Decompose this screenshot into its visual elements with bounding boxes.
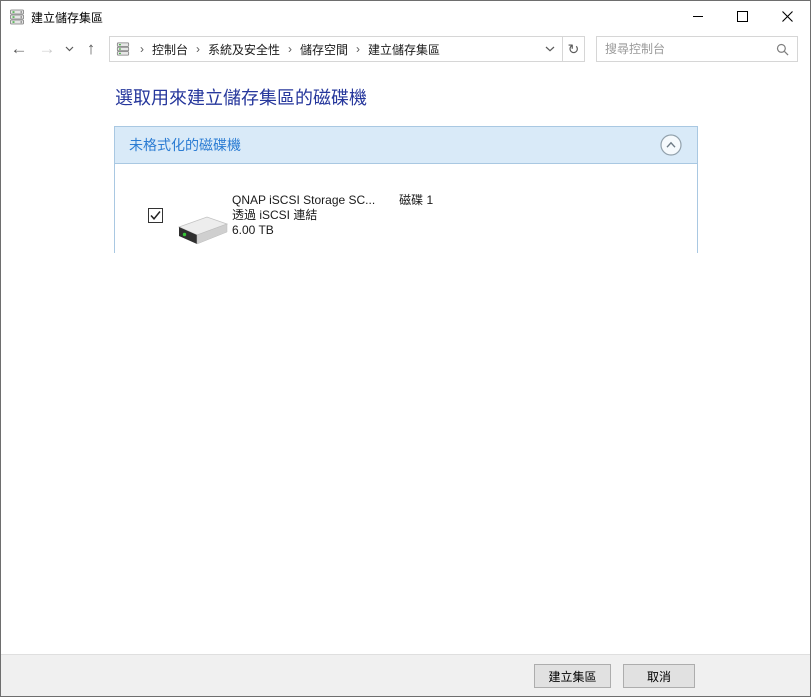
recent-pages-chevron-icon[interactable] [61, 33, 77, 64]
storage-spaces-app-icon [9, 9, 25, 25]
breadcrumb-item-system-security[interactable]: 系統及安全性 [206, 41, 282, 58]
collapse-section-button[interactable] [660, 134, 682, 156]
panel-header[interactable]: 未格式化的磁碟機 [115, 127, 697, 164]
create-pool-button[interactable]: 建立集區 [534, 664, 611, 688]
address-dropdown-button[interactable] [538, 37, 562, 61]
drive-name: QNAP iSCSI Storage SC... [232, 193, 376, 207]
breadcrumb-item-control-panel[interactable]: 控制台 [150, 41, 190, 58]
panel-body: QNAP iSCSI Storage SC... 磁碟 1 透過 iSCSI 連… [115, 164, 697, 253]
search-box [596, 36, 798, 62]
drive-connection: 透過 iSCSI 連結 [232, 208, 318, 222]
refresh-button[interactable]: ↻ [562, 37, 584, 61]
caption-buttons [675, 1, 810, 32]
panel-title: 未格式化的磁碟機 [129, 137, 241, 153]
breadcrumb-separator-icon[interactable]: › [190, 42, 206, 56]
maximize-button[interactable] [720, 1, 765, 32]
forward-button[interactable]: → [33, 33, 61, 64]
search-icon[interactable] [776, 43, 789, 56]
breadcrumb-separator-icon[interactable]: › [350, 42, 366, 56]
breadcrumb-item-create-pool[interactable]: 建立儲存集區 [366, 41, 442, 58]
up-button[interactable]: ↑ [77, 33, 105, 64]
minimize-button[interactable] [675, 1, 720, 32]
drive-checkbox[interactable] [148, 208, 163, 223]
breadcrumb-item-storage-spaces[interactable]: 儲存空間 [298, 41, 350, 58]
back-button[interactable]: ← [5, 33, 33, 64]
maximize-icon [737, 11, 748, 22]
close-button[interactable] [765, 1, 810, 32]
cancel-button[interactable]: 取消 [623, 664, 695, 688]
breadcrumb-separator-icon[interactable]: › [134, 42, 150, 56]
drive-info: QNAP iSCSI Storage SC... 磁碟 1 透過 iSCSI 連… [232, 193, 433, 238]
checkmark-icon [150, 211, 161, 220]
close-icon [782, 11, 793, 22]
drive-disk-label: 磁碟 1 [399, 193, 434, 207]
minimize-icon [692, 16, 703, 17]
window-title: 建立儲存集區 [31, 10, 104, 25]
search-input[interactable] [597, 42, 776, 56]
hard-drive-icon [175, 214, 231, 246]
drive-size: 6.00 TB [232, 223, 274, 237]
footer-bar: 建立集區 取消 [1, 654, 810, 696]
chevron-down-icon [545, 46, 555, 52]
chevron-up-circle-icon [660, 134, 682, 156]
address-location-icon [116, 42, 130, 56]
navigation-bar: ← → ↑ › 控制台 › 系統及安全性 › 儲存空間 › 建立儲存集區 ↻ 搜… [1, 33, 810, 64]
window: 建立儲存集區 ← → ↑ › 控制台 › 系統及安全性 › 儲存空間 › 建立儲… [0, 0, 811, 697]
page-title: 選取用來建立儲存集區的磁碟機 [115, 88, 367, 108]
title-bar: 建立儲存集區 [1, 1, 810, 33]
unformatted-drives-panel: 未格式化的磁碟機 QNAP iSCSI Storage SC... 磁碟 1 透… [114, 126, 698, 253]
address-bar[interactable]: › 控制台 › 系統及安全性 › 儲存空間 › 建立儲存集區 ↻ [109, 36, 585, 62]
breadcrumb-separator-icon[interactable]: › [282, 42, 298, 56]
